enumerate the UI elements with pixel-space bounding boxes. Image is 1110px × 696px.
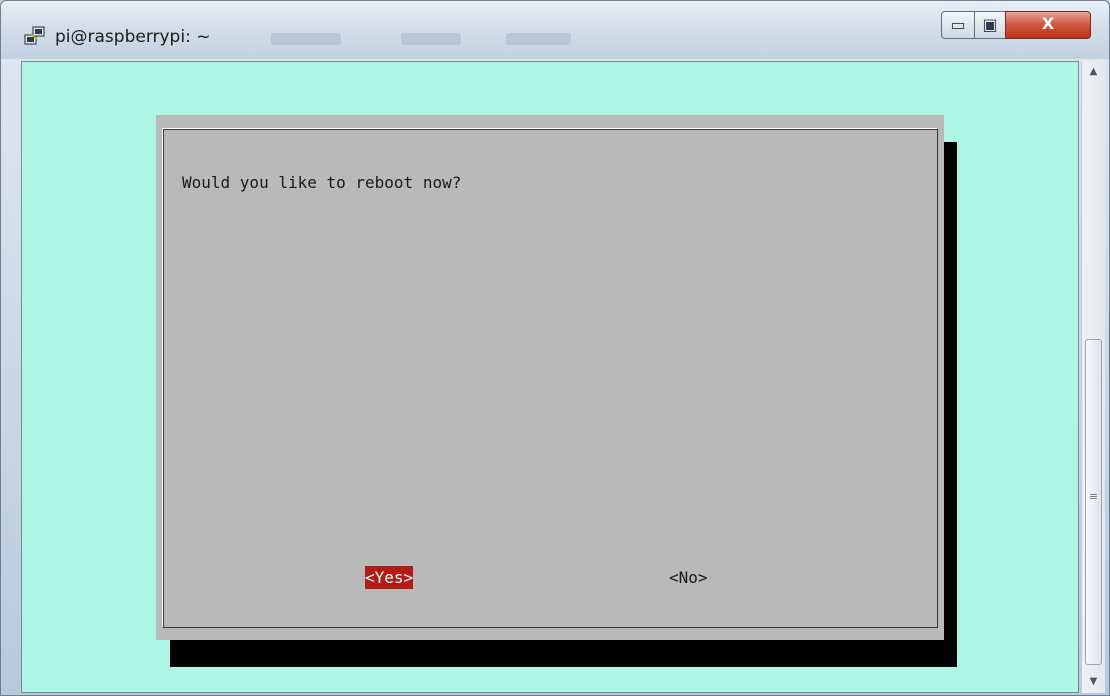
maximize-icon: ▣: [982, 15, 998, 34]
maximize-button[interactable]: ▣: [974, 11, 1006, 39]
scrollbar-thumb[interactable]: ≡: [1085, 339, 1102, 665]
terminal-area[interactable]: Would you like to reboot now? <Yes> <No>: [21, 61, 1079, 693]
close-icon: X: [1041, 14, 1055, 33]
minimize-icon: ▭: [950, 15, 966, 34]
scroll-up-icon[interactable]: ▲: [1082, 61, 1105, 83]
reboot-dialog: Would you like to reboot now? <Yes> <No>: [156, 115, 944, 640]
title-bar[interactable]: pi@raspberrypi: ~ ▭ ▣ X: [1, 1, 1109, 59]
minimize-button[interactable]: ▭: [941, 11, 975, 39]
close-button[interactable]: X: [1005, 11, 1091, 39]
no-button[interactable]: <No>: [669, 568, 708, 587]
dialog-frame: Would you like to reboot now? <Yes> <No>: [162, 128, 938, 628]
putty-icon: [24, 26, 45, 45]
vertical-scrollbar[interactable]: ▲ ≡ ▼: [1081, 61, 1105, 693]
dialog-message: Would you like to reboot now?: [182, 173, 462, 192]
yes-button[interactable]: <Yes>: [365, 566, 414, 589]
putty-window: pi@raspberrypi: ~ ▭ ▣ X Would you like t…: [0, 0, 1110, 696]
grip-icon: ≡: [1088, 490, 1099, 503]
window-title: pi@raspberrypi: ~: [55, 27, 211, 47]
scroll-down-icon[interactable]: ▼: [1082, 671, 1105, 693]
